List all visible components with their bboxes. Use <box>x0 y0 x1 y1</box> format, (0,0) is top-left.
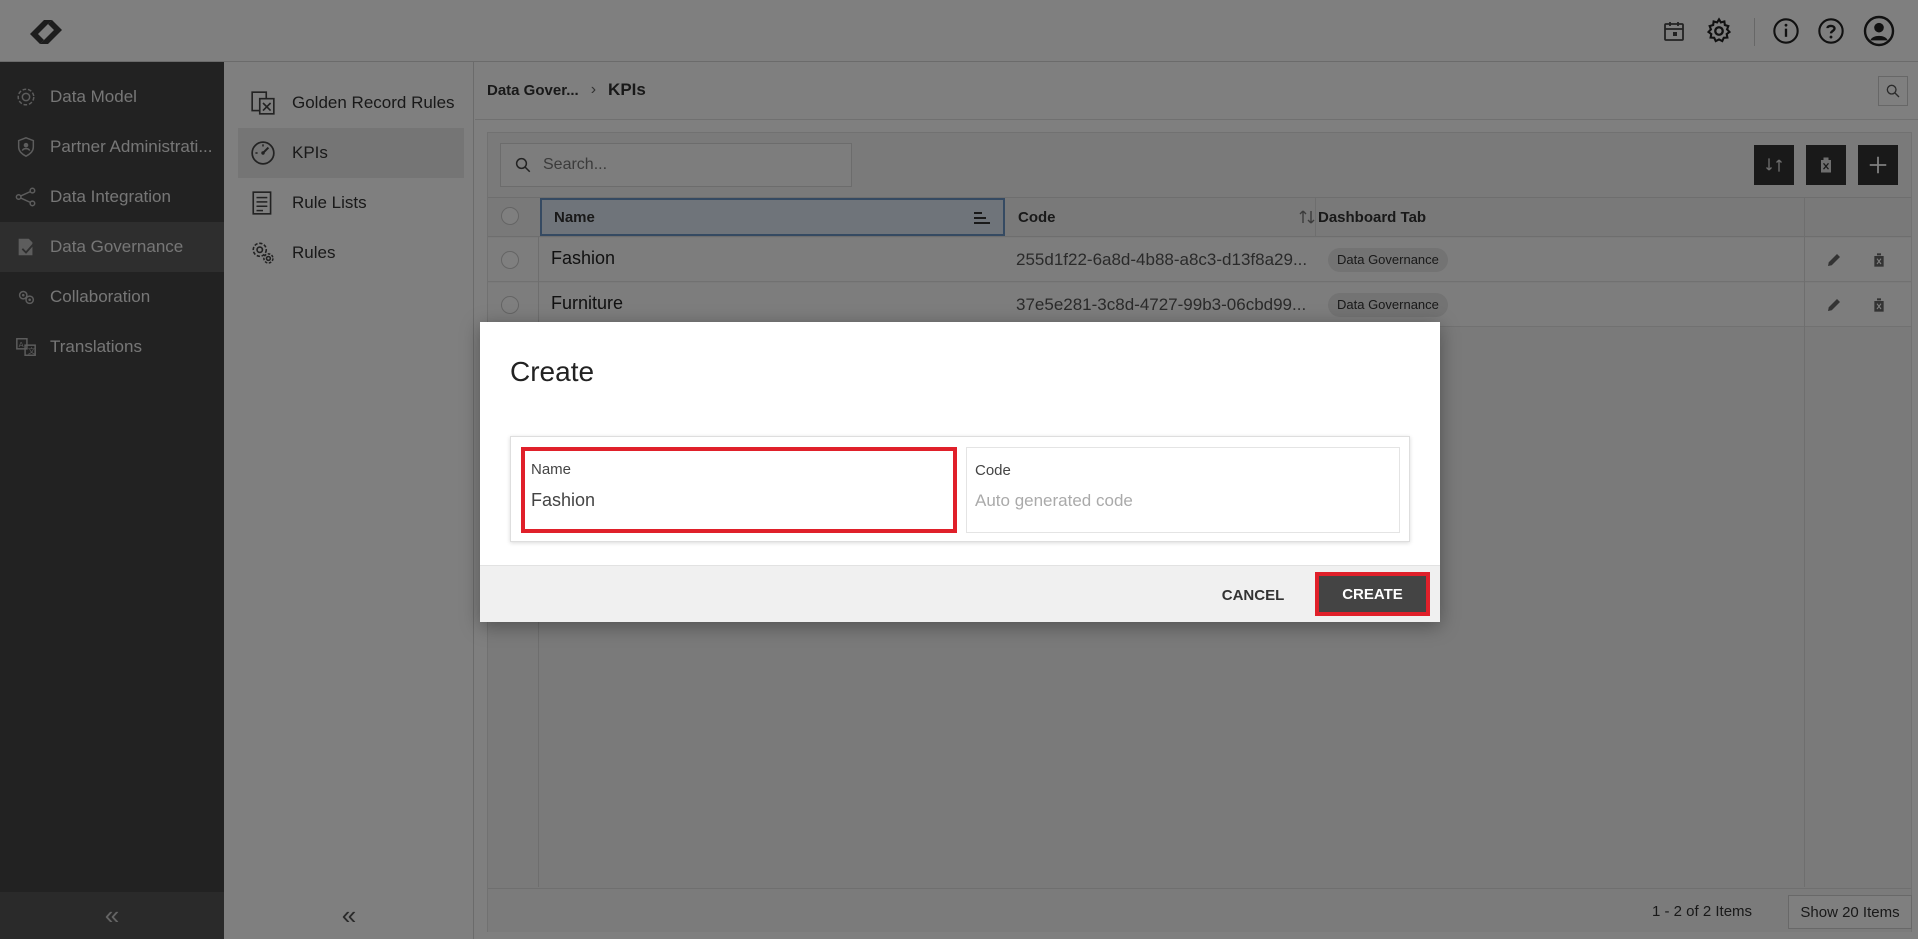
create-form: Name Code <box>510 436 1410 542</box>
create-dialog: Create Name Code CANCEL CREATE <box>480 322 1440 622</box>
code-field: Code <box>966 447 1400 533</box>
name-field: Name <box>521 447 957 533</box>
dialog-footer: CANCEL CREATE <box>480 565 1440 622</box>
dialog-title: Create <box>510 356 595 387</box>
name-field-label: Name <box>531 461 572 478</box>
name-input[interactable] <box>531 485 941 515</box>
code-field-label: Code <box>975 462 1011 479</box>
code-input[interactable] <box>975 486 1385 516</box>
create-button[interactable]: CREATE <box>1315 572 1430 616</box>
cancel-button[interactable]: CANCEL <box>1198 578 1308 612</box>
